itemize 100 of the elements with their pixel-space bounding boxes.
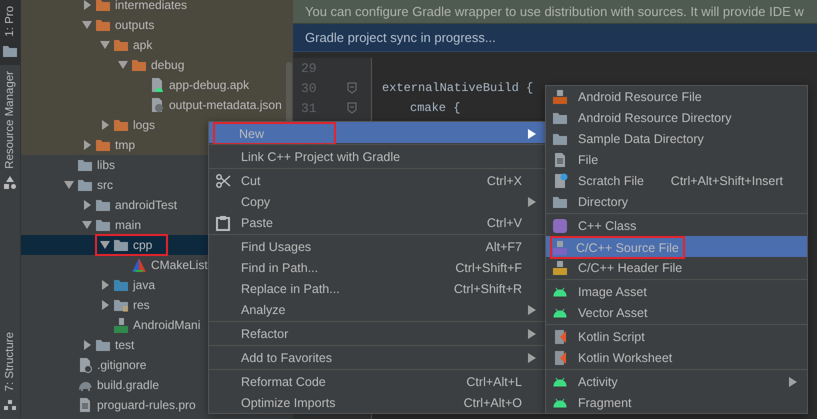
menu-item[interactable]: Kotlin Worksheet [546, 347, 807, 368]
menu-item[interactable]: Sample Data Directory [546, 128, 807, 149]
shortcut-label: Ctrl+Alt+Shift+Insert [670, 174, 783, 188]
tool-window-tab[interactable]: Resource Manager [0, 64, 20, 196]
menu-item[interactable]: File [546, 149, 807, 170]
menu-item-label: C/C++ Header File [578, 260, 682, 274]
folder-icon [113, 277, 129, 293]
clipboard-icon [215, 214, 231, 230]
tree-item-label: java [133, 278, 156, 292]
folder-icon [131, 57, 147, 73]
menu-item[interactable]: Paste Ctrl+V [209, 212, 546, 233]
tree-item-label: output-metadata.json [169, 98, 282, 112]
menu-item[interactable]: Vector Asset [546, 302, 807, 323]
menu-item[interactable]: Link C++ Project with Gradle [209, 146, 546, 167]
file-icon [552, 152, 568, 168]
menu-item[interactable]: Activity [546, 371, 807, 392]
menu-item-label: New [239, 126, 264, 140]
expanded-arrow-icon[interactable] [97, 240, 113, 250]
fold-icon[interactable] [347, 82, 357, 94]
menu-item-label: Copy [241, 194, 270, 208]
menu-item-label: File [578, 152, 598, 166]
tree-item-label: AndroidMani [133, 318, 200, 332]
tree-item-label: build.gradle [97, 378, 160, 392]
fold-icon[interactable] [347, 102, 357, 114]
menu-item[interactable]: Reformat Code Ctrl+Alt+L [209, 371, 546, 392]
tree-row[interactable]: app-debug.apk [21, 75, 293, 95]
folder-icon [113, 297, 129, 313]
menu-item-label: Kotlin Script [578, 330, 645, 344]
expanded-arrow-icon[interactable] [79, 220, 95, 230]
menu-item-label: Activity [578, 374, 618, 388]
expanded-arrow-icon[interactable] [115, 60, 131, 70]
tree-row[interactable]: output-metadata.json [21, 95, 293, 115]
menu-item[interactable]: Image Asset [546, 281, 807, 302]
menu-item-label: C++ Class [578, 218, 636, 232]
menu-item[interactable]: C++ Class [546, 215, 807, 236]
menu-item-label: Android Resource File [578, 90, 702, 104]
menu-item[interactable]: Fragment [546, 392, 807, 413]
shortcut-label: Alt+F7 [486, 240, 522, 254]
expanded-arrow-icon[interactable] [61, 180, 77, 190]
menu-item-label: Scratch File [578, 174, 644, 188]
menu-item-label: Add to Favorites [241, 350, 332, 364]
menu-item[interactable]: Cut Ctrl+X [209, 170, 546, 191]
tree-row[interactable]: debug [21, 55, 293, 75]
file-icon [77, 357, 93, 373]
tree-item-label: res [133, 298, 150, 312]
tool-window-tab[interactable]: 7: Structure [0, 326, 20, 419]
menu-item[interactable]: Add to Favorites [209, 347, 546, 368]
menu-item-label: Refactor [241, 326, 288, 340]
menu-item[interactable]: Android Resource File [546, 86, 807, 107]
tree-item-label: test [115, 338, 134, 352]
menu-item-label: Android Resource Directory [578, 110, 732, 124]
tool-window-tab[interactable]: 1: Pro [0, 0, 20, 65]
menu-item-label: Find in Path... [241, 260, 318, 274]
kotlin-file-icon [552, 328, 568, 344]
banner-text: You can configure Gradle wrapper to use distribution with sources. It will provide IDE w [305, 4, 804, 19]
menu-item-label: C/C++ Source File [576, 240, 679, 254]
expanded-arrow-icon[interactable] [97, 40, 113, 50]
menu-item[interactable]: Analyze [209, 299, 546, 320]
menu-item[interactable]: Refactor [209, 323, 546, 344]
structure-icon [2, 397, 18, 413]
tree-row[interactable]: intermediates [21, 0, 293, 15]
menu-item-label: Replace in Path... [241, 282, 340, 296]
menu-item[interactable]: Optimize Imports Ctrl+Alt+O [209, 392, 546, 413]
triangle-icon [131, 257, 147, 273]
menu-item[interactable]: Find in Path... Ctrl+Shift+F [209, 257, 546, 278]
menu-item[interactable]: Android Resource Directory [546, 107, 807, 128]
manifest-file-icon [113, 317, 129, 333]
tree-row[interactable]: apk [21, 35, 293, 55]
tree-item-label: outputs [115, 18, 154, 32]
tab-label: 1: Pro [4, 6, 16, 37]
text-file-icon [77, 397, 93, 413]
menu-item[interactable]: Replace in Path... Ctrl+Shift+R [209, 278, 546, 299]
shortcut-label: Ctrl+Shift+F [455, 260, 522, 274]
menu-item[interactable]: Kotlin Script [546, 326, 807, 347]
menu-item[interactable]: Scratch File Ctrl+Alt+Shift+Insert [546, 170, 807, 191]
folder-icon [77, 157, 93, 173]
tree-item-label: .gitignore [97, 358, 146, 372]
menu-item[interactable]: C/C++ Header File [546, 257, 807, 278]
shortcut-label: Ctrl+X [486, 174, 522, 188]
code-line: externalNativeBuild { [382, 81, 534, 95]
menu-item-label: Vector Asset [578, 306, 648, 320]
menu-item-label: Optimize Imports [241, 396, 336, 410]
tree-item-label: logs [133, 118, 156, 132]
menu-item[interactable]: Directory [546, 191, 807, 212]
menu-item-label: Fragment [578, 396, 632, 410]
source-file-icon [552, 240, 568, 256]
scissors-icon [215, 172, 231, 188]
tree-item-label: intermediates [115, 0, 188, 12]
tab-label: Resource Manager [4, 70, 16, 168]
menu-item[interactable]: Copy [209, 191, 546, 212]
tree-item-label: main [115, 218, 142, 232]
expanded-arrow-icon[interactable] [79, 20, 95, 30]
shortcut-label: Ctrl+Shift+R [454, 282, 522, 296]
tree-item-label: cpp [133, 238, 152, 252]
tree-item-label: src [97, 178, 113, 192]
code-line: cmake { [410, 101, 460, 115]
folder-icon [113, 237, 129, 253]
resource-file-icon [552, 88, 568, 104]
menu-item-label: Cut [241, 174, 260, 188]
tree-row[interactable]: outputs [21, 15, 293, 35]
